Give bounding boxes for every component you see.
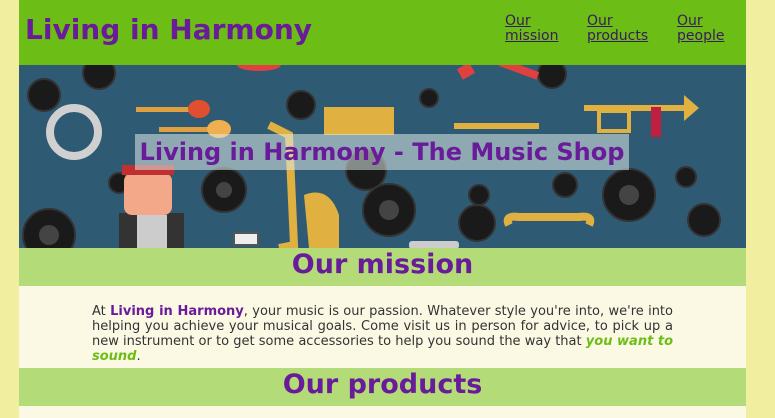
nav-link-products[interactable]: Our products: [587, 14, 657, 44]
brand-name: Living in Harmony: [110, 304, 244, 319]
nav-link-label: Our: [677, 13, 703, 29]
nav-link-label: Our: [587, 13, 613, 29]
nav-link-people[interactable]: Our people: [677, 14, 746, 44]
main-nav: Our mission Our products Our people: [19, 14, 746, 54]
products-heading: Our products: [19, 368, 746, 406]
mission-heading: Our mission: [19, 248, 746, 286]
nav-link-label: people: [677, 28, 725, 44]
mission-text: At Living in Harmony, your music is our …: [19, 286, 746, 364]
page: Living in Harmony Our mission Our produc…: [19, 0, 746, 418]
nav-link-label: products: [587, 28, 649, 44]
mission-text-prefix: At: [92, 304, 111, 319]
hero-title: Living in Harmony - The Music Shop: [135, 134, 629, 170]
site-header: Living in Harmony Our mission Our produc…: [19, 0, 746, 65]
mission-text-suffix: .: [136, 349, 141, 364]
hero-banner: Living in Harmony - The Music Shop: [19, 65, 746, 248]
nav-link-mission[interactable]: Our mission: [505, 14, 575, 44]
nav-link-label: Our: [505, 13, 531, 29]
nav-link-label: mission: [505, 28, 559, 44]
